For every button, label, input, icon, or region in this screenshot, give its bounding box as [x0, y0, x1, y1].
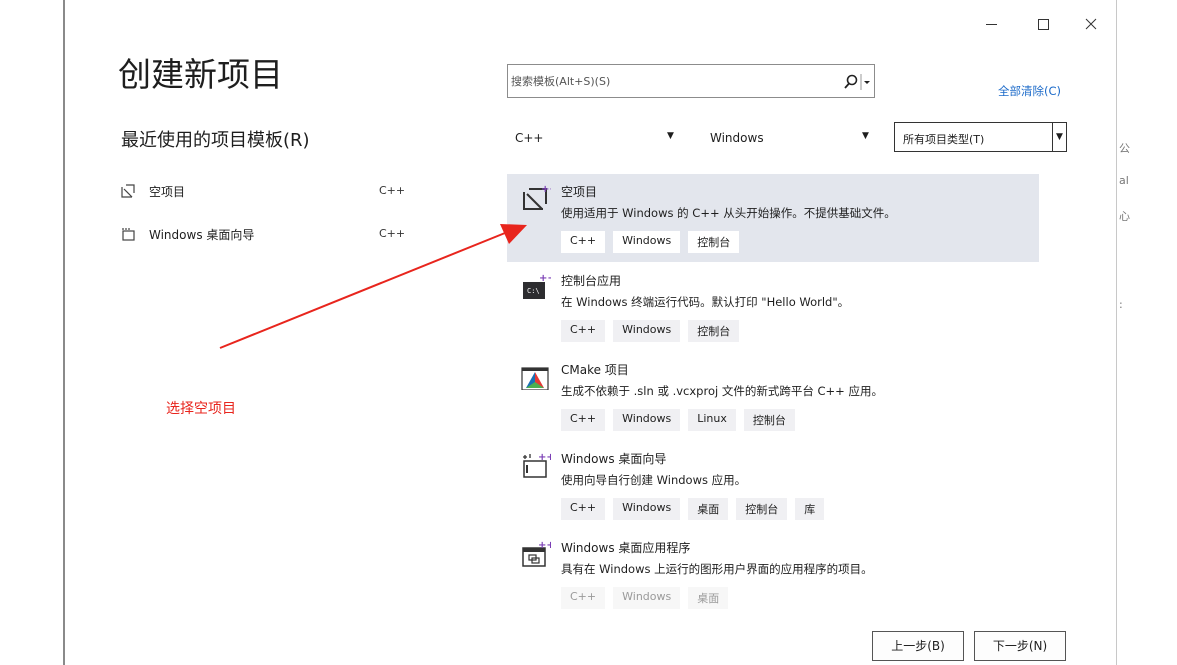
template-description: 使用适用于 Windows 的 C++ 从头开始操作。不提供基础文件。 [561, 206, 896, 220]
edge-glyph: al [1119, 174, 1129, 187]
template-desktop-app[interactable]: ++ Windows 桌面应用程序 具有在 Windows 上运行的图形用户界面… [507, 530, 1039, 618]
page-title: 创建新项目 [118, 55, 283, 94]
chevron-down-icon: ▼ [862, 131, 869, 141]
tag: 控制台 [688, 231, 740, 253]
clear-all-link[interactable]: 全部清除(C) [998, 83, 1061, 99]
tag: C++ [561, 320, 606, 342]
desktop-app-icon: ++ [522, 540, 551, 567]
template-name: Windows 桌面向导 [561, 452, 667, 466]
cmake-icon [521, 367, 549, 390]
template-name: 空项目 [561, 185, 598, 199]
empty-project-icon [121, 184, 135, 198]
chevron-down-icon: ▼ [1056, 132, 1063, 142]
annotation-text: 选择空项目 [166, 401, 236, 417]
maximize-button[interactable] [1029, 12, 1057, 36]
background-window-edge [1117, 0, 1177, 665]
recent-item-lang: C++ [379, 227, 406, 240]
tag: C++ [561, 409, 606, 431]
close-icon [1085, 18, 1097, 30]
desktop-wizard-icon [122, 228, 135, 241]
chevron-down-icon: ▼ [667, 131, 674, 141]
template-description: 在 Windows 终端运行代码。默认打印 "Hello World"。 [561, 295, 850, 309]
recent-templates-heading: 最近使用的项目模板(R) [121, 130, 310, 151]
template-description: 具有在 Windows 上运行的图形用户界面的应用程序的项目。 [561, 562, 873, 576]
svg-text:++: ++ [538, 452, 551, 463]
edge-glyph: 公 [1119, 142, 1130, 155]
svg-text:++: ++ [541, 184, 551, 195]
platform-filter[interactable]: Windows ▼ [702, 122, 882, 152]
search-icon [844, 74, 870, 90]
tag: 库 [795, 498, 825, 520]
recent-item-empty-project[interactable]: 空项目 C++ [121, 181, 421, 203]
project-type-filter-value: 所有项目类型(T) [903, 133, 985, 146]
template-tags: C++ Windows 桌面 控制台 库 [561, 498, 832, 520]
recent-item-label: 空项目 [149, 185, 186, 199]
edge-glyph: : [1119, 298, 1123, 311]
platform-filter-value: Windows [710, 131, 764, 145]
tag: C++ [561, 498, 606, 520]
tag: Windows [613, 498, 681, 520]
close-button[interactable] [1077, 12, 1105, 36]
edge-glyph: 心 [1119, 210, 1130, 223]
minimize-icon [985, 23, 997, 25]
search-input[interactable] [511, 72, 831, 90]
empty-project-icon: ++ [523, 184, 551, 210]
template-name: Windows 桌面应用程序 [561, 541, 691, 555]
tag: 桌面 [688, 587, 729, 609]
maximize-icon [1037, 18, 1049, 30]
tag: 控制台 [688, 320, 740, 342]
tag: 桌面 [688, 498, 729, 520]
tag: 控制台 [743, 409, 795, 431]
language-filter[interactable]: C++ ▼ [507, 122, 687, 152]
project-type-filter[interactable]: 所有项目类型(T) ▼ [894, 122, 1067, 152]
template-name: CMake 项目 [561, 363, 629, 377]
template-empty-project[interactable]: ++ 空项目 使用适用于 Windows 的 C++ 从头开始操作。不提供基础文… [507, 174, 1039, 262]
back-button[interactable]: 上一步(B) [872, 631, 964, 661]
dropdown-separator [1052, 123, 1053, 151]
recent-item-desktop-wizard[interactable]: Windows 桌面向导 C++ [121, 224, 421, 246]
template-tags: C++ Windows 桌面 [561, 587, 736, 609]
tag: Windows [613, 231, 681, 253]
template-desktop-wizard[interactable]: ++ Windows 桌面向导 使用向导自行创建 Windows 应用。 C++… [507, 441, 1039, 529]
tag: Windows [613, 409, 681, 431]
desktop-wizard-icon: ++ [523, 452, 551, 478]
console-app-icon: C:\ ++ [523, 273, 551, 299]
recent-item-label: Windows 桌面向导 [149, 228, 255, 242]
template-description: 生成不依赖于 .sln 或 .vcxproj 文件的新式跨平台 C++ 应用。 [561, 384, 883, 398]
tag: Windows [613, 320, 681, 342]
search-box [507, 64, 875, 98]
tag: C++ [561, 231, 606, 253]
next-button[interactable]: 下一步(N) [974, 631, 1066, 661]
tag: 控制台 [736, 498, 788, 520]
template-cmake-project[interactable]: CMake 项目 生成不依赖于 .sln 或 .vcxproj 文件的新式跨平台… [507, 352, 1039, 440]
tag: C++ [561, 587, 606, 609]
template-tags: C++ Windows Linux 控制台 [561, 409, 803, 431]
language-filter-value: C++ [515, 131, 544, 145]
svg-text:++: ++ [539, 273, 551, 284]
template-description: 使用向导自行创建 Windows 应用。 [561, 473, 747, 487]
template-name: 控制台应用 [561, 274, 622, 288]
minimize-button[interactable] [977, 12, 1005, 36]
tag: Windows [613, 587, 681, 609]
tag: Linux [688, 409, 736, 431]
template-console-app[interactable]: C:\ ++ 控制台应用 在 Windows 终端运行代码。默认打印 "Hell… [507, 263, 1039, 351]
template-tags: C++ Windows 控制台 [561, 320, 747, 342]
svg-text:C:\: C:\ [527, 287, 540, 295]
recent-item-lang: C++ [379, 184, 406, 197]
search-button[interactable] [841, 74, 871, 90]
template-tags: C++ Windows 控制台 [561, 231, 747, 253]
svg-text:++: ++ [538, 540, 551, 551]
